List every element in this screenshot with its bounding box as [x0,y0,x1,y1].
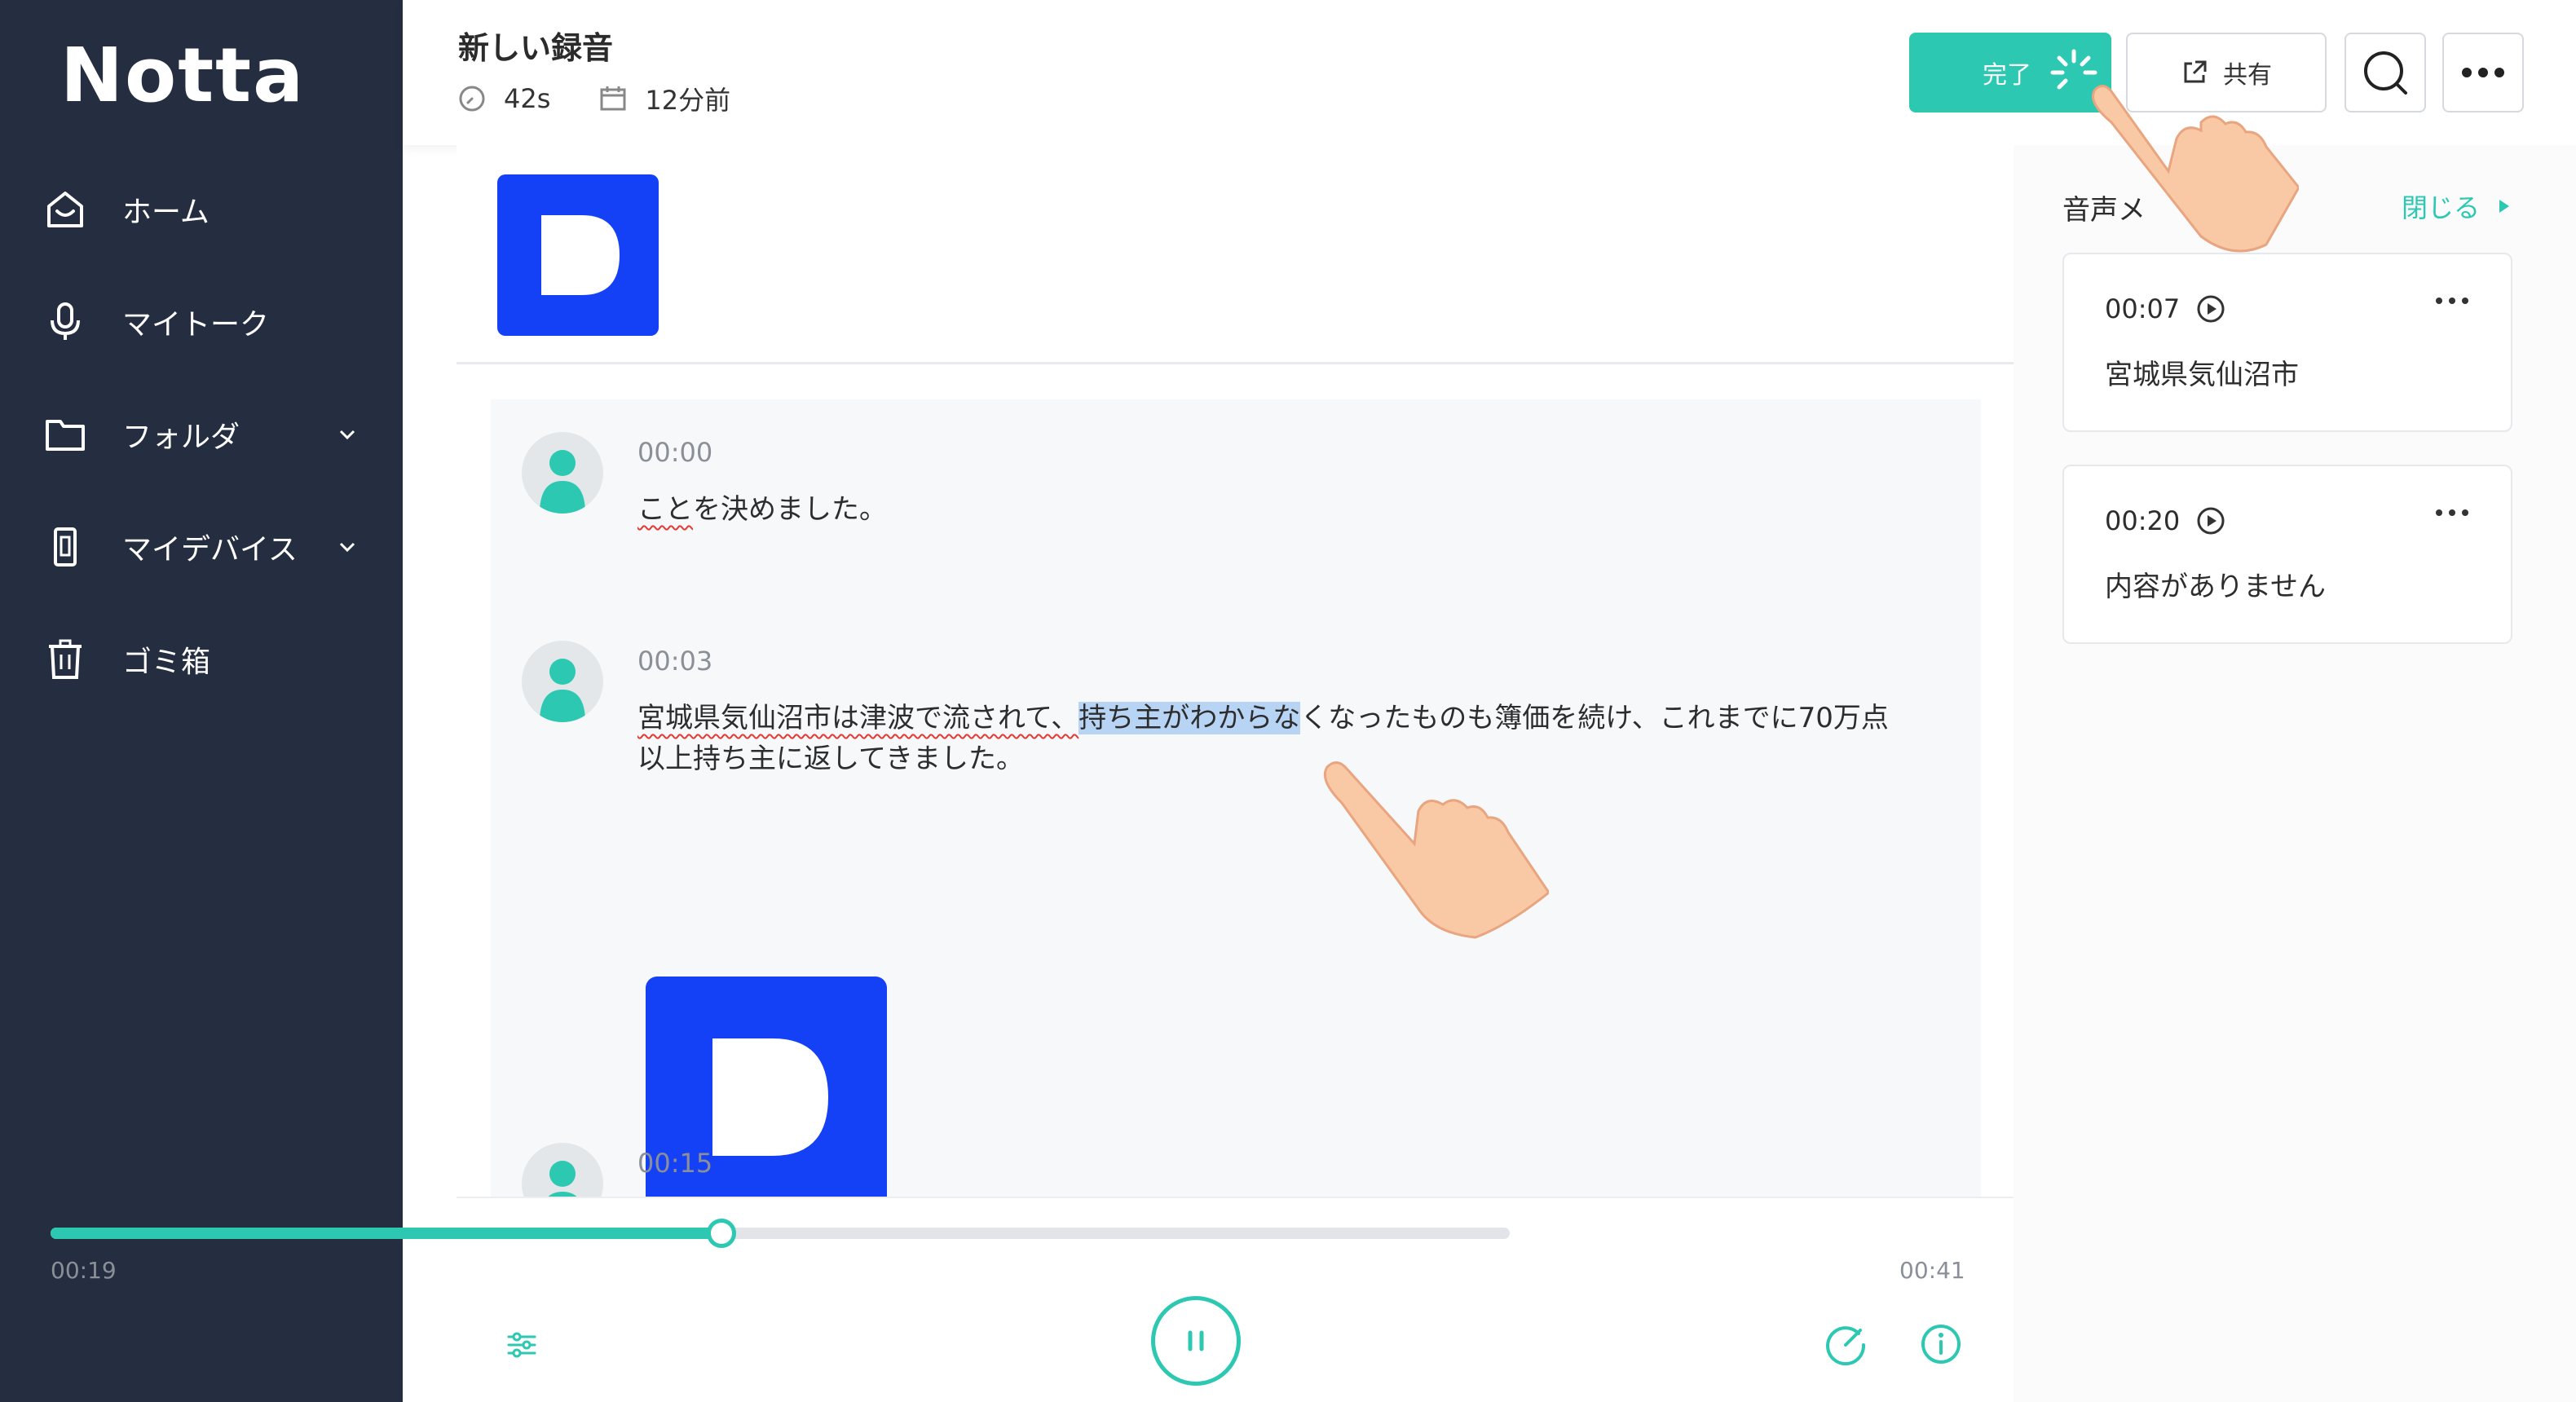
sidebar-item-label: フォルダ [122,421,240,454]
timestamp[interactable]: 00:03 [637,646,712,677]
note-timestamp[interactable]: 00:07 [2105,293,2225,324]
speaker-avatar[interactable] [522,641,603,722]
recording-title[interactable]: 新しい録音 [458,23,613,68]
transcript-text-line-2[interactable]: 以上持ち主に返してきました。 [637,738,1024,779]
close-label: 閉じる [2401,192,2480,223]
pointer-hand-icon [2079,73,2300,264]
progress-handle[interactable] [707,1219,737,1248]
text-rest: を決めました。 [693,493,887,526]
settings-sliders-icon[interactable] [505,1329,538,1365]
info-icon[interactable] [1919,1322,1963,1369]
search-button[interactable] [2344,33,2426,112]
sidebar-item-folder[interactable]: フォルダ [0,378,403,491]
sidebar-item-home[interactable]: ホーム [0,153,403,266]
note-more-icon[interactable] [2434,293,2470,309]
text-spell-flag: こと [637,493,693,526]
total-time: 00:41 [1899,1257,1965,1284]
device-icon [42,524,88,570]
play-icon[interactable] [2196,294,2225,324]
done-label: 完了 [1983,61,2031,90]
created-time: 12分前 [599,80,730,117]
transcript-text-line-1[interactable]: 宮城県気仙沼市は津波で流されて、持ち主がわからなくなったものも簿価を続け、これま… [637,698,1889,738]
more-button[interactable] [2442,33,2524,112]
sidebar: Notta ホーム マイトーク フォルダ マイデバイス ゴミ箱 [0,0,403,1402]
note-card[interactable]: 00:20 内容がありません [2062,465,2512,644]
pause-button[interactable] [1151,1296,1241,1386]
note-timestamp[interactable]: 00:20 [2105,505,2225,536]
d-logo-image [497,174,659,336]
sidebar-item-my-device[interactable]: マイデバイス [0,491,403,603]
close-notes-button[interactable]: 閉じる [2402,187,2512,225]
notta-logo[interactable]: Notta [60,31,306,119]
transcript-main: 00:00 ことを決めました。 00:03 宮城県気仙沼市は津波で流されて、持ち… [457,145,2014,1402]
chevron-down-icon[interactable] [334,421,360,447]
timestamp[interactable]: 00:00 [637,437,712,468]
created-value: 12分前 [645,85,731,116]
timestamp[interactable]: 00:15 [637,1148,712,1179]
play-icon[interactable] [2196,506,2225,536]
home-icon [42,187,88,232]
current-time: 00:19 [51,1257,117,1284]
search-icon [2364,51,2407,95]
note-text: 内容がありません [2105,571,2326,603]
chevron-down-icon[interactable] [334,534,360,560]
sidebar-item-label: ホーム [122,196,210,229]
folder-icon [42,412,88,457]
sidebar-item-label: マイトーク [122,308,270,342]
progress-fill [51,1228,722,1239]
notes-panel: 音声メ 閉じる 00:07 宮城県気仙沼市 00:20 内容がありません [2014,145,2576,1402]
sidebar-item-label: ゴミ箱 [122,646,211,679]
note-text: 宮城県気仙沼市 [2105,359,2299,391]
logo-text: Notta [60,31,306,119]
sidebar-item-label: マイデバイス [122,533,298,567]
text-segment: 宮城県気仙沼市は津波で流されて、 [637,702,1079,734]
text-segment: くなったものも簿価を続け、これまでに70万点 [1300,702,1889,734]
duration-value: 42s [504,83,551,114]
trash-icon [42,637,88,682]
app-root: Notta ホーム マイトーク フォルダ マイデバイス ゴミ箱 新しい録音 42… [0,0,2576,1402]
pointer-hand-icon [1312,754,1551,945]
note-time-value: 00:20 [2105,505,2181,536]
note-time-value: 00:07 [2105,293,2181,324]
calendar-icon [600,86,626,111]
progress-track[interactable] [51,1219,1510,1248]
transcript-list: 00:00 ことを決めました。 00:03 宮城県気仙沼市は津波で流されて、持ち… [491,399,1981,1198]
speaker-avatar[interactable] [522,432,603,514]
caret-right-icon [2499,200,2509,213]
transcript-text[interactable]: ことを決めました。 [637,489,887,530]
sidebar-nav: ホーム マイトーク フォルダ マイデバイス ゴミ箱 [0,153,403,716]
speaker-avatar[interactable] [522,1143,603,1198]
divider [457,362,2014,364]
more-icon [2462,68,2504,77]
note-card[interactable]: 00:07 宮城県気仙沼市 [2062,253,2512,432]
note-more-icon[interactable] [2434,505,2470,521]
speed-icon[interactable] [1823,1320,1868,1369]
selected-text[interactable]: 持ち主がわからな [1078,702,1301,734]
duration: 42s [458,83,550,114]
clock-icon [459,86,485,112]
recording-meta: 42s 12分前 [458,80,779,117]
pause-icon [1188,1330,1204,1351]
sidebar-item-trash[interactable]: ゴミ箱 [0,603,403,716]
microphone-icon [42,299,88,345]
sidebar-item-my-talk[interactable]: マイトーク [0,266,403,378]
